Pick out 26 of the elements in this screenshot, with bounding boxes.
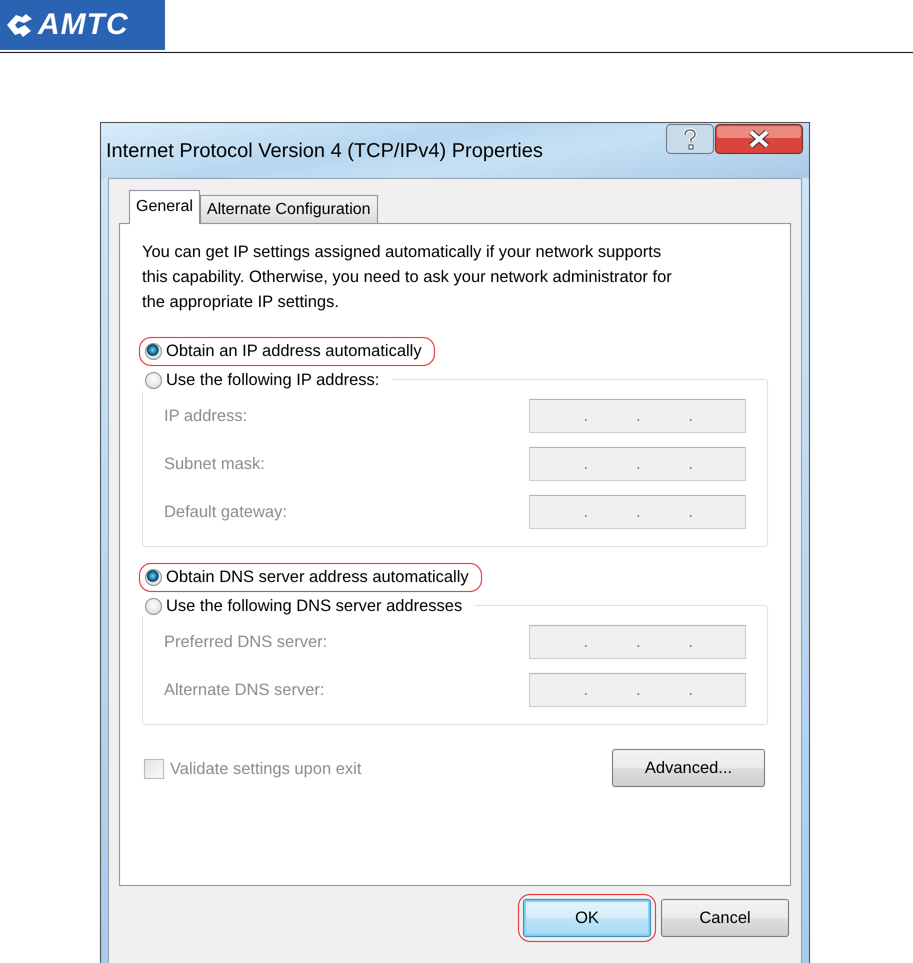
logo-text: AMTC [38,8,129,42]
field-label: Default gateway: [164,502,287,522]
close-icon[interactable] [715,124,803,154]
radio-button[interactable] [145,372,162,389]
field-label: IP address: [164,406,248,426]
field-label: Alternate DNS server: [164,680,324,700]
radio-button[interactable] [145,598,162,615]
radio-label[interactable]: Obtain DNS server address automatically [166,568,469,587]
dialog-button[interactable]: Cancel [661,899,789,937]
window-title: Internet Protocol Version 4 (TCP/IPv4) Properties [106,140,543,163]
radio-label[interactable]: Use the following DNS server addresses [166,597,462,616]
radio-option[interactable]: Obtain an IP address automatically [139,337,435,366]
dialog-button[interactable]: OK [523,899,651,937]
radio-label[interactable]: Use the following IP address: [166,371,380,390]
tab[interactable]: General [129,190,200,224]
field-label: Subnet mask: [164,454,265,474]
description-text: You can get IP settings assigned automatically if your network supports this capability. Otherwise, you need to ask your network administrator for the appropriate IP settings. [142,242,673,313]
logo-icon [4,11,34,39]
radio-label[interactable]: Obtain an IP address automatically [166,342,422,361]
radio-button[interactable] [145,343,162,360]
help-icon[interactable] [666,124,714,154]
tab[interactable]: Alternate Configuration [200,195,378,223]
advanced-button[interactable]: Advanced... [612,749,765,787]
field-label: Preferred DNS server: [164,632,328,652]
radio-option[interactable]: Obtain DNS server address automatically [139,563,482,592]
radio-button[interactable] [145,569,162,586]
